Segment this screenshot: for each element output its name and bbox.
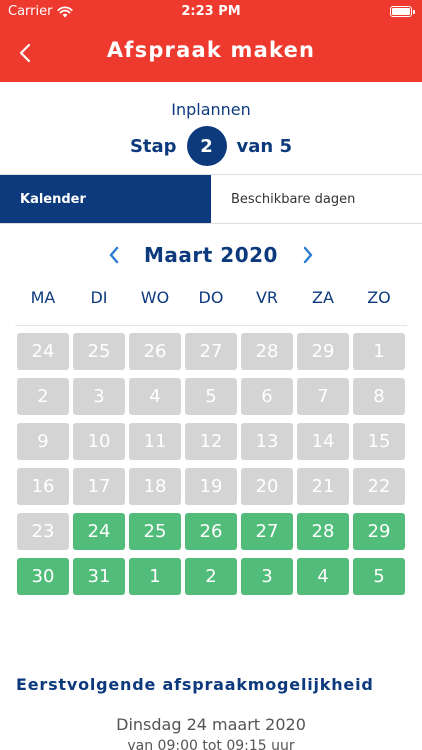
unavailable-day-cell: 15 — [353, 423, 405, 460]
view-tabs: Kalender Beschikbare dagen — [0, 174, 422, 224]
weekday-label: VR — [255, 288, 279, 307]
unavailable-day-cell: 4 — [129, 378, 181, 415]
weekday-label: ZO — [367, 288, 391, 307]
unavailable-day-cell: 7 — [297, 378, 349, 415]
unavailable-day-cell: 24 — [17, 333, 69, 370]
tab-kalender[interactable]: Kalender — [0, 175, 211, 223]
step-row: Stap 2 van 5 — [0, 126, 422, 166]
next-month-button[interactable] — [298, 242, 318, 268]
calendar-divider — [15, 325, 407, 326]
weekday-label: DI — [90, 288, 108, 307]
available-day-cell[interactable]: 26 — [185, 513, 237, 550]
available-day-cell[interactable]: 25 — [129, 513, 181, 550]
unavailable-day-cell: 26 — [129, 333, 181, 370]
step-number-badge: 2 — [186, 126, 227, 166]
unavailable-day-cell: 14 — [297, 423, 349, 460]
unavailable-day-cell: 29 — [297, 333, 349, 370]
status-bar: Carrier 2:23 PM — [0, 0, 422, 24]
step-subtitle: Inplannen — [171, 100, 251, 119]
next-appointment-date: Dinsdag 24 maart 2020 — [116, 715, 306, 734]
step-suffix: van 5 — [236, 135, 293, 157]
calendar-week-row: 9 10 11 12 13 14 15 — [17, 423, 407, 460]
chevron-right-icon — [303, 246, 313, 264]
unavailable-day-cell: 11 — [129, 423, 181, 460]
available-day-cell[interactable]: 31 — [73, 558, 125, 595]
unavailable-day-cell: 21 — [297, 468, 349, 505]
available-day-cell[interactable]: 29 — [353, 513, 405, 550]
weekday-label: ZA — [312, 288, 334, 307]
weekday-label: WO — [140, 288, 170, 307]
weekday-label: DO — [198, 288, 224, 307]
available-day-cell[interactable]: 1 — [129, 558, 181, 595]
unavailable-day-cell: 12 — [185, 423, 237, 460]
calendar-grid: 24 25 26 27 28 29 1 2 3 4 5 6 7 8 9 10 11 12 13 14 15 16 17 18 1… — [17, 333, 407, 603]
unavailable-day-cell: 17 — [73, 468, 125, 505]
unavailable-day-cell: 16 — [17, 468, 69, 505]
available-day-cell[interactable]: 5 — [353, 558, 405, 595]
calendar-week-row: 16 17 18 19 20 21 22 — [17, 468, 407, 505]
unavailable-day-cell: 28 — [241, 333, 293, 370]
month-navigation: Maart 2020 — [0, 242, 422, 268]
available-day-cell[interactable]: 24 — [73, 513, 125, 550]
unavailable-day-cell: 27 — [185, 333, 237, 370]
weekday-label: MA — [30, 288, 56, 307]
available-day-cell[interactable]: 3 — [241, 558, 293, 595]
available-day-cell[interactable]: 4 — [297, 558, 349, 595]
weekday-header: MA DI WO DO VR ZA ZO — [15, 288, 407, 307]
unavailable-day-cell: 9 — [17, 423, 69, 460]
calendar-week-row: 23 24 25 26 27 28 29 — [17, 513, 407, 550]
unavailable-day-cell: 19 — [185, 468, 237, 505]
tab-beschikbare-dagen[interactable]: Beschikbare dagen — [211, 175, 422, 223]
unavailable-day-cell: 10 — [73, 423, 125, 460]
available-day-cell[interactable]: 30 — [17, 558, 69, 595]
unavailable-day-cell: 25 — [73, 333, 125, 370]
unavailable-day-cell: 23 — [17, 513, 69, 550]
status-time: 2:23 PM — [181, 4, 241, 19]
unavailable-day-cell: 22 — [353, 468, 405, 505]
available-day-cell[interactable]: 28 — [297, 513, 349, 550]
unavailable-day-cell: 2 — [17, 378, 69, 415]
unavailable-day-cell: 3 — [73, 378, 125, 415]
step-indicator: Inplannen Stap 2 van 5 — [0, 82, 422, 174]
calendar-week-row: 30 31 1 2 3 4 5 — [17, 558, 407, 595]
unavailable-day-cell: 5 — [185, 378, 237, 415]
unavailable-day-cell: 8 — [353, 378, 405, 415]
next-appointment-heading: Eerstvolgende afspraakmogelijkheid — [16, 675, 374, 694]
battery-icon — [390, 6, 415, 17]
unavailable-day-cell: 6 — [241, 378, 293, 415]
calendar-week-row: 24 25 26 27 28 29 1 — [17, 333, 407, 370]
chevron-left-icon — [109, 246, 119, 264]
unavailable-day-cell: 13 — [241, 423, 293, 460]
unavailable-day-cell: 18 — [129, 468, 181, 505]
nav-bar: Afspraak maken — [0, 24, 422, 82]
available-day-cell[interactable]: 2 — [185, 558, 237, 595]
available-day-cell[interactable]: 27 — [241, 513, 293, 550]
month-title: Maart 2020 — [144, 243, 278, 267]
unavailable-day-cell: 1 — [353, 333, 405, 370]
calendar-week-row: 2345678 — [17, 378, 407, 415]
page-title: Afspraak maken — [106, 38, 316, 62]
previous-month-button[interactable] — [104, 242, 124, 268]
step-prefix: Stap — [129, 135, 177, 157]
unavailable-day-cell: 20 — [241, 468, 293, 505]
next-appointment-time: van 09:00 tot 09:15 uur — [127, 738, 295, 750]
